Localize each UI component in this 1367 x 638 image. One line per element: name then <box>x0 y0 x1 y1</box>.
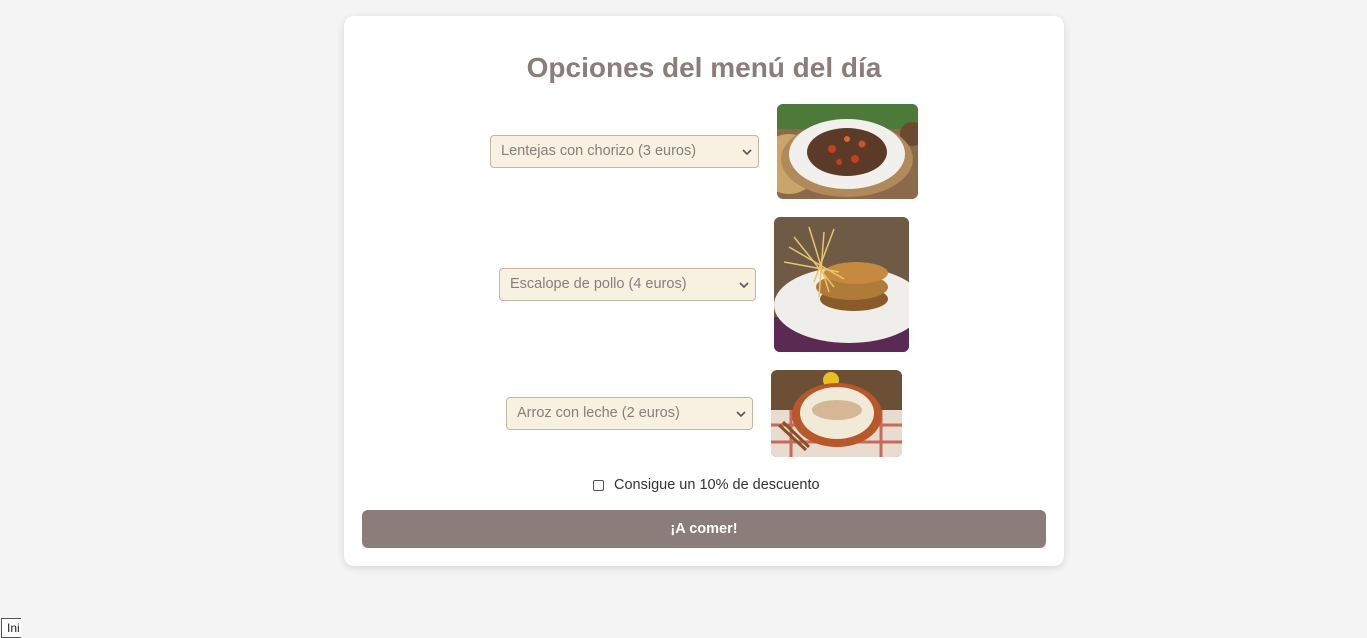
second-course-selected-value: Escalope de pollo (4 euros) <box>510 276 687 292</box>
discount-label: Consigue un 10% de descuento <box>614 477 820 493</box>
page-title: Opciones del menú del día <box>526 52 882 83</box>
discount-checkbox[interactable] <box>593 479 604 491</box>
discount-option[interactable]: Consigue un 10% de descuento <box>593 476 820 494</box>
chevron-down-icon <box>736 411 746 418</box>
chevron-down-icon <box>739 282 749 289</box>
dessert-selected-value: Arroz con leche (2 euros) <box>517 405 680 421</box>
first-course-selected-value: Lentejas con chorizo (3 euros) <box>501 143 697 159</box>
lentils-stew-photo <box>777 104 918 199</box>
second-course-select[interactable]: Escalope de pollo (4 euros) <box>499 268 756 301</box>
submit-button[interactable]: ¡A comer! <box>362 510 1046 548</box>
chicken-escalope-photo <box>774 217 909 352</box>
dessert-select[interactable]: Arroz con leche (2 euros) <box>506 397 753 430</box>
corner-input-fragment[interactable]: Ini <box>1 618 21 638</box>
menu-card: Opciones del menú del día Lentejas con c… <box>344 16 1064 566</box>
rice-pudding-photo <box>771 370 902 457</box>
first-course-select[interactable]: Lentejas con chorizo (3 euros) <box>490 135 759 168</box>
chevron-down-icon <box>742 149 752 156</box>
